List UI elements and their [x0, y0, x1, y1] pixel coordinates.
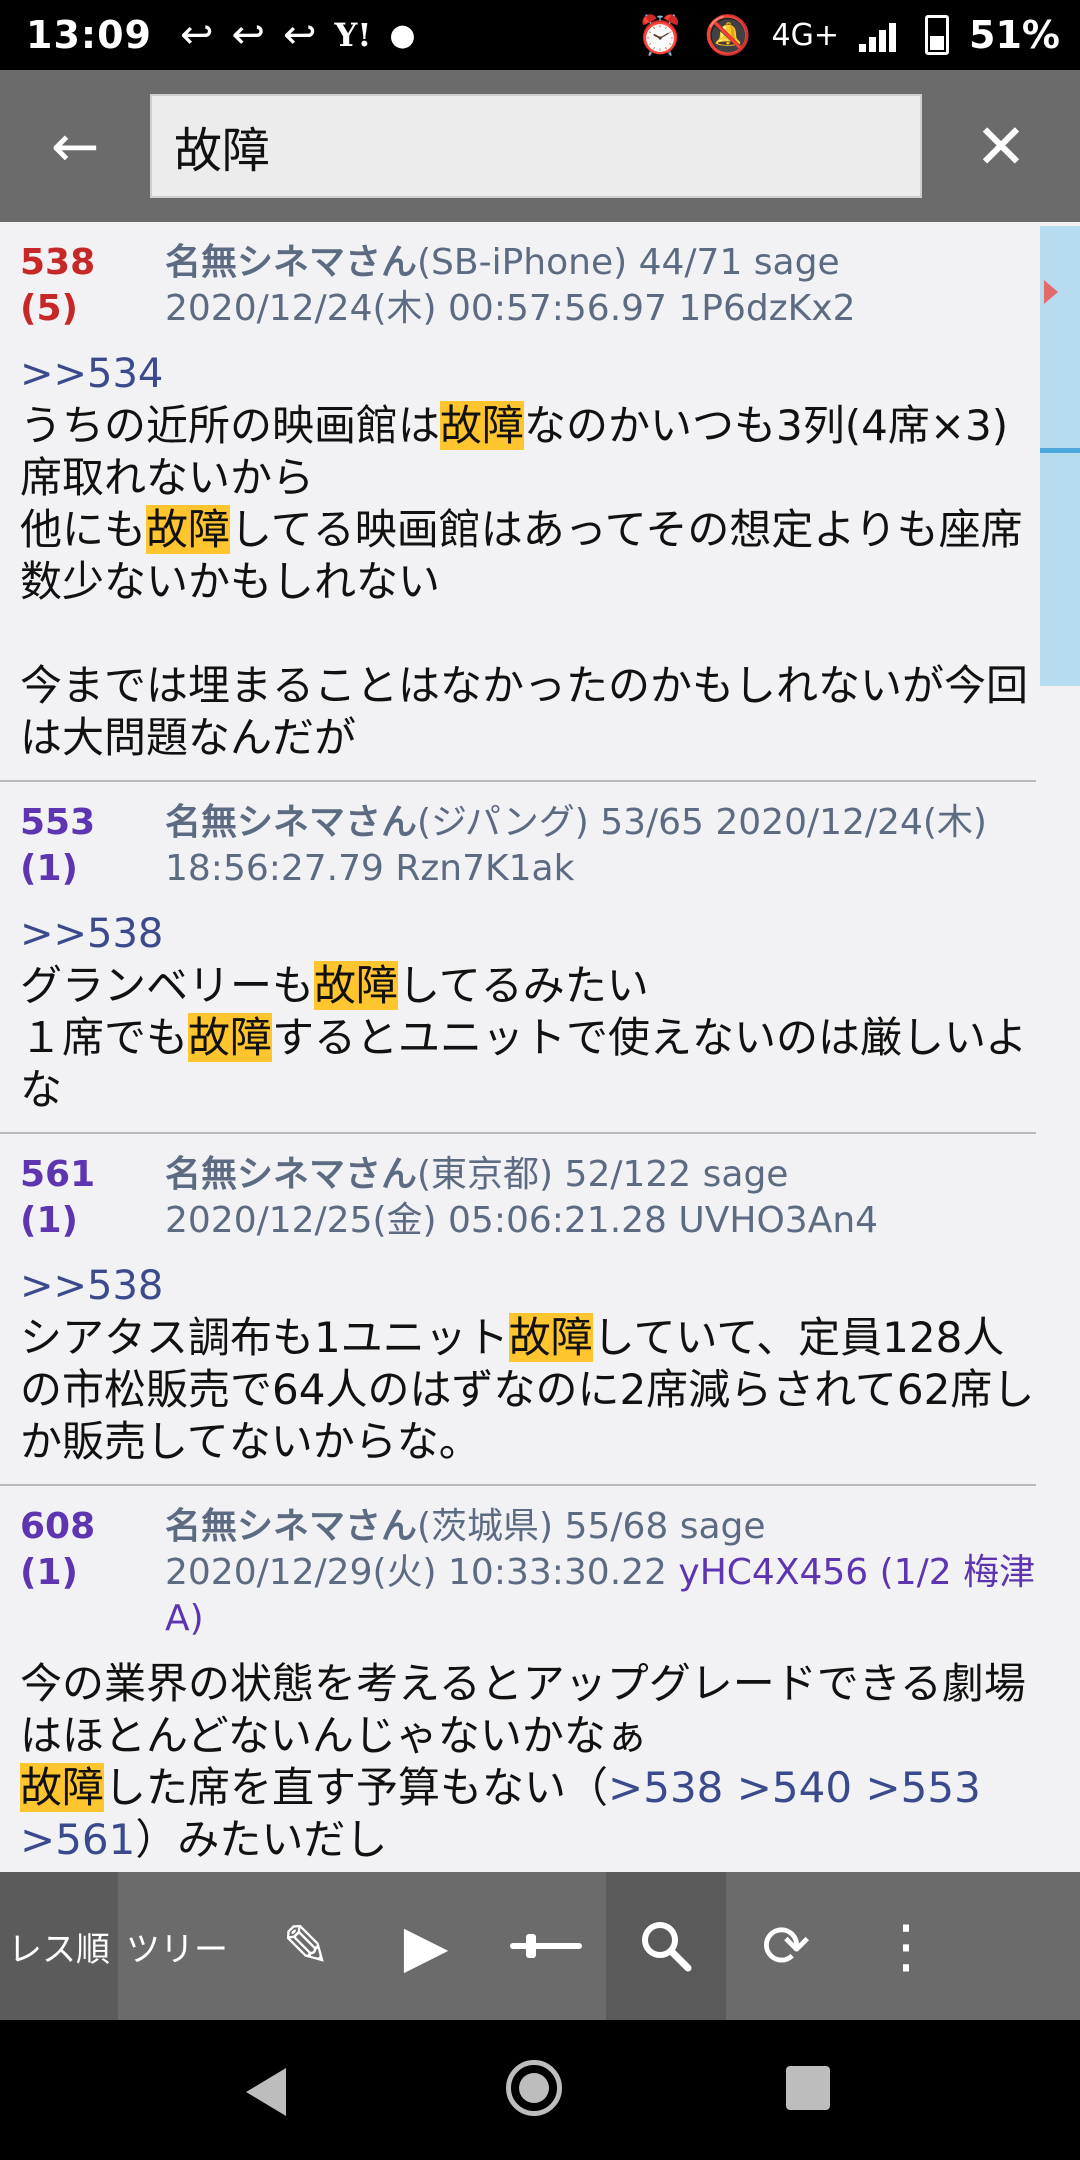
search-results[interactable]: 538 (5) 名無シネマさん(SB-iPhone) 44/71 sage 20…	[0, 222, 1036, 1872]
search-input[interactable]: 故障	[150, 94, 922, 198]
nav-back-icon[interactable]	[246, 2068, 286, 2116]
poster-name: 名無シネマさん	[165, 1506, 418, 1547]
poster-meta: (SB-iPhone) 44/71 sage	[417, 242, 840, 283]
post-body: シアタス調布も1ユニット故障していて、定員128人の市松販売で64人のはずなのに…	[20, 1313, 1035, 1466]
search-glyph	[642, 1922, 692, 1972]
poster-meta: (ジパング) 53/65 2020/12/24(木)	[417, 802, 987, 843]
status-time: 13:09	[26, 13, 152, 57]
reply-arrow-icon: ↩	[231, 12, 265, 58]
post-body: グランベリーも故障してるみたい １席でも故障するとユニットで使えないのは厳しいよ…	[20, 961, 1028, 1114]
highlight: 故障	[508, 1313, 593, 1362]
nav-home-icon[interactable]	[506, 2060, 562, 2116]
network-type: 4G+	[771, 17, 840, 53]
slider-glyph	[510, 1934, 582, 1958]
signal-icon	[859, 18, 905, 52]
highlight: 故障	[20, 1763, 105, 1812]
post-538[interactable]: 538 (5) 名無シネマさん(SB-iPhone) 44/71 sage 20…	[0, 222, 1036, 782]
post-number[interactable]: 561 (1)	[20, 1152, 165, 1244]
scroll-position-marker	[1040, 448, 1080, 453]
more-icon[interactable]: ⋮	[846, 1872, 966, 2020]
reply-anchor[interactable]: >>538	[20, 1260, 1036, 1312]
post-body: 今の業界の状態を考えるとアップグレードできる劇場はほとんどないんじゃないかなぁ …	[20, 1659, 1026, 1864]
search-icon[interactable]	[606, 1872, 726, 2020]
tab-res-order[interactable]: レス順	[0, 1872, 118, 2020]
pencil-icon[interactable]: ✎	[246, 1872, 366, 2020]
search-query: 故障	[174, 123, 271, 179]
slider-icon[interactable]	[486, 1872, 606, 2020]
post-date-id: 18:56:27.79 Rzn7K1ak	[165, 848, 575, 889]
post-header: 名無シネマさん(ジパング) 53/65 2020/12/24(木) 18:56:…	[165, 800, 987, 892]
reply-anchor[interactable]: >>538	[20, 908, 1036, 960]
post-date-id: 2020/12/25(金) 05:06:21.28 UVHO3An4	[165, 1200, 879, 1241]
yahoo-icon: Y!	[334, 16, 372, 54]
tab-tree[interactable]: ツリー	[118, 1872, 246, 2020]
post-body: うちの近所の映画館は故障なのかいつも3列(4席×3)席取れないから 他にも故障し…	[20, 401, 1029, 762]
notification-icons: ↩ ↩ ↩ Y! ●	[180, 12, 416, 58]
post-608[interactable]: 608 (1) 名無シネマさん(茨城県) 55/68 sage 2020/12/…	[0, 1486, 1036, 1872]
refresh-icon[interactable]: ⟳	[726, 1872, 846, 2020]
status-bar: 13:09 ↩ ↩ ↩ Y! ● ⏰ 🔕 4G+ 51%	[0, 0, 1080, 70]
poster-name: 名無シネマさん	[165, 802, 418, 843]
poster-name: 名無シネマさん	[165, 1154, 418, 1195]
post-553[interactable]: 553 (1) 名無シネマさん(ジパング) 53/65 2020/12/24(木…	[0, 782, 1036, 1134]
highlight: 故障	[188, 1013, 273, 1062]
back-arrow-icon[interactable]: ←	[0, 70, 150, 222]
post-number[interactable]: 608 (1)	[20, 1504, 165, 1642]
highlight: 故障	[440, 401, 525, 450]
search-header: ← 故障 ✕	[0, 70, 1080, 222]
poster-meta: (茨城県) 55/68 sage	[417, 1506, 766, 1547]
poster-name: 名無シネマさん	[165, 242, 418, 283]
highlight: 故障	[314, 961, 399, 1010]
post-date: 2020/12/29(火) 10:33:30.22	[165, 1552, 667, 1593]
poster-meta: (東京都) 52/122 sage	[417, 1154, 789, 1195]
reply-anchor[interactable]: >>534	[20, 348, 1036, 400]
post-header: 名無シネマさん(SB-iPhone) 44/71 sage 2020/12/24…	[165, 240, 856, 332]
reply-arrow-icon: ↩	[283, 12, 317, 58]
system-nav-bar	[0, 2020, 1080, 2160]
post-date-id: 2020/12/24(木) 00:57:56.97 1P6dzKx2	[165, 288, 856, 329]
battery-icon	[925, 15, 950, 55]
post-number[interactable]: 538 (5)	[20, 240, 165, 332]
post-561[interactable]: 561 (1) 名無シネマさん(東京都) 52/122 sage 2020/12…	[0, 1134, 1036, 1486]
bottom-toolbar: レス順 ツリー ✎ ▶ ⟳ ⋮	[0, 1872, 1080, 2020]
battery-percent: 51%	[969, 13, 1060, 57]
close-icon[interactable]: ✕	[922, 70, 1080, 222]
post-header: 名無シネマさん(茨城県) 55/68 sage 2020/12/29(火) 10…	[165, 1504, 1036, 1642]
dot-icon: ●	[389, 17, 416, 53]
alarm-icon: ⏰	[636, 12, 685, 57]
post-header: 名無シネマさん(東京都) 52/122 sage 2020/12/25(金) 0…	[165, 1152, 878, 1244]
play-icon[interactable]: ▶	[366, 1872, 486, 2020]
scroll-marker-icon	[1044, 280, 1058, 304]
reply-arrow-icon: ↩	[179, 12, 214, 58]
mute-icon: 🔕	[704, 12, 752, 57]
post-number[interactable]: 553 (1)	[20, 800, 165, 892]
highlight: 故障	[146, 505, 231, 554]
nav-recents-icon[interactable]	[786, 2066, 830, 2110]
